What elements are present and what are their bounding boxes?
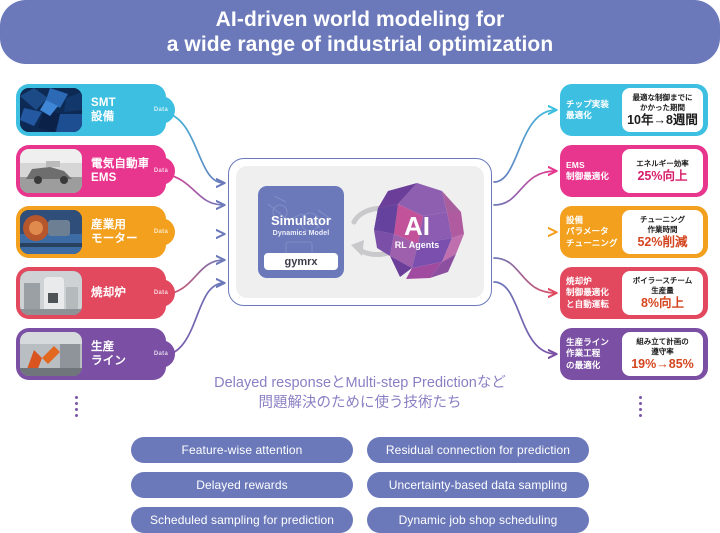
outcome-label: 生産ライン 作業工程 の最適化 [566, 336, 610, 370]
source-card-label: 焼却炉 [91, 287, 127, 299]
right-ellipsis [639, 396, 642, 417]
outcome-value: 52%削減 [637, 235, 688, 249]
outcome-label: EMS 制御最適化 [566, 159, 610, 182]
techniques-caption: Delayed responseとMulti-step Predictionなど… [214, 375, 506, 411]
outcome-stat: チューニング 作業時間 52%削減 [622, 210, 703, 254]
page-title: AI-driven world modeling for a wide rang… [166, 8, 554, 56]
ai-polyhedron-icon [374, 183, 464, 279]
source-card-incinerator[interactable]: 焼却炉 Data [16, 267, 175, 319]
outcome-value: 10年→8週間 [627, 113, 698, 127]
data-badge: Data [147, 218, 175, 246]
left-ellipsis [75, 396, 78, 417]
outcome-caption: 最適な制御までに かかった期間 [632, 93, 693, 112]
technique-pill[interactable]: Scheduled sampling for prediction [131, 507, 353, 533]
outcome-value: 19%→85% [631, 357, 694, 371]
technique-pill[interactable]: Dynamic job shop scheduling [367, 507, 589, 533]
outcome-card-incinerator-control[interactable]: 焼却炉 制御最適化 と自動運転 ボイラースチーム 生産量 8%向上 [560, 267, 708, 319]
outcome-card-parameter-tuning[interactable]: 設備 パラメータ チューニング チューニング 作業時間 52%削減 [560, 206, 708, 258]
outcome-stat: 最適な制御までに かかった期間 10年→8週間 [622, 88, 703, 132]
outcome-label: チップ実装 最適化 [566, 98, 610, 121]
technique-pill[interactable]: Residual connection for prediction [367, 437, 589, 463]
simulator-card[interactable]: Simulator Dynamics Model gymrx [258, 186, 344, 278]
outcome-caption: 組み立て計画の 遵守率 [636, 337, 689, 356]
incinerator-photo [20, 271, 82, 315]
data-badge-label: Data [153, 168, 169, 174]
header-banner: AI-driven world modeling for a wide rang… [0, 0, 720, 64]
infographic-root: AI-driven world modeling for a wide rang… [0, 0, 720, 533]
outcome-card-chip-mounting[interactable]: チップ実装 最適化 最適な制御までに かかった期間 10年→8週間 [560, 84, 708, 136]
outcome-card-production-line-opt[interactable]: 生産ライン 作業工程 の最適化 組み立て計画の 遵守率 19%→85% [560, 328, 708, 380]
simulator-subtitle: Dynamics Model [272, 230, 330, 237]
pill-column-left: Feature-wise attention Delayed rewards S… [131, 437, 353, 533]
outcome-stat: 組み立て計画の 遵守率 19%→85% [622, 332, 703, 376]
data-badge-label: Data [153, 290, 169, 296]
data-badge-label: Data [153, 351, 169, 357]
data-badge-label: Data [153, 107, 169, 113]
source-card-ev-ems[interactable]: 電気自動車 EMS Data [16, 145, 175, 197]
input-sources-column: SMT 設備 Data 電気自動車 EMS Data 産業用 モーター Data… [16, 84, 175, 389]
source-card-label: SMT 設備 [91, 97, 116, 123]
outcome-label: 設備 パラメータ チューニング [566, 214, 618, 248]
source-card-label: 産業用 モーター [91, 219, 138, 245]
data-badge: Data [147, 157, 175, 185]
electric-vehicle-photo [20, 149, 82, 193]
outcome-caption: ボイラースチーム 生産量 [632, 276, 693, 295]
outcome-value: 25%向上 [637, 169, 688, 184]
source-card-industrial-motor[interactable]: 産業用 モーター Data [16, 206, 175, 258]
outcome-label: 焼却炉 制御最適化 と自動運転 [566, 275, 610, 309]
smt-equipment-photo [20, 88, 82, 132]
core-inner-panel: Simulator Dynamics Model gymrx AI RL Age… [236, 166, 484, 298]
source-card-smt[interactable]: SMT 設備 Data [16, 84, 175, 136]
techniques-pill-grid: Feature-wise attention Delayed rewards S… [0, 437, 720, 533]
simulator-title: Simulator [271, 213, 331, 228]
technique-pill[interactable]: Feature-wise attention [131, 437, 353, 463]
outcome-card-ems-control[interactable]: EMS 制御最適化 エネルギー効率 25%向上 [560, 145, 708, 197]
source-card-label: 生産 ライン [91, 341, 127, 367]
outcome-caption: エネルギー効率 [636, 158, 689, 168]
outcome-value: 8%向上 [640, 296, 685, 310]
technique-pill[interactable]: Delayed rewards [131, 472, 353, 498]
outcomes-column: チップ実装 最適化 最適な制御までに かかった期間 10年→8週間 EMS 制御… [560, 84, 708, 389]
data-badge: Data [147, 340, 175, 368]
technique-pill[interactable]: Uncertainty-based data sampling [367, 472, 589, 498]
simulator-chip: gymrx [264, 253, 338, 270]
data-badge-label: Data [153, 229, 169, 235]
world-model-core: Simulator Dynamics Model gymrx AI RL Age… [228, 158, 492, 306]
source-card-production-line[interactable]: 生産 ライン Data [16, 328, 175, 380]
source-card-label: 電気自動車 EMS [91, 158, 150, 184]
outcome-caption: チューニング 作業時間 [640, 215, 685, 234]
outcome-stat: エネルギー効率 25%向上 [622, 149, 703, 193]
industrial-motor-photo [20, 210, 82, 254]
data-badge: Data [147, 96, 175, 124]
pill-column-right: Residual connection for prediction Uncer… [367, 437, 589, 533]
production-line-photo [20, 332, 82, 376]
outcome-stat: ボイラースチーム 生産量 8%向上 [622, 271, 703, 315]
data-badge: Data [147, 279, 175, 307]
